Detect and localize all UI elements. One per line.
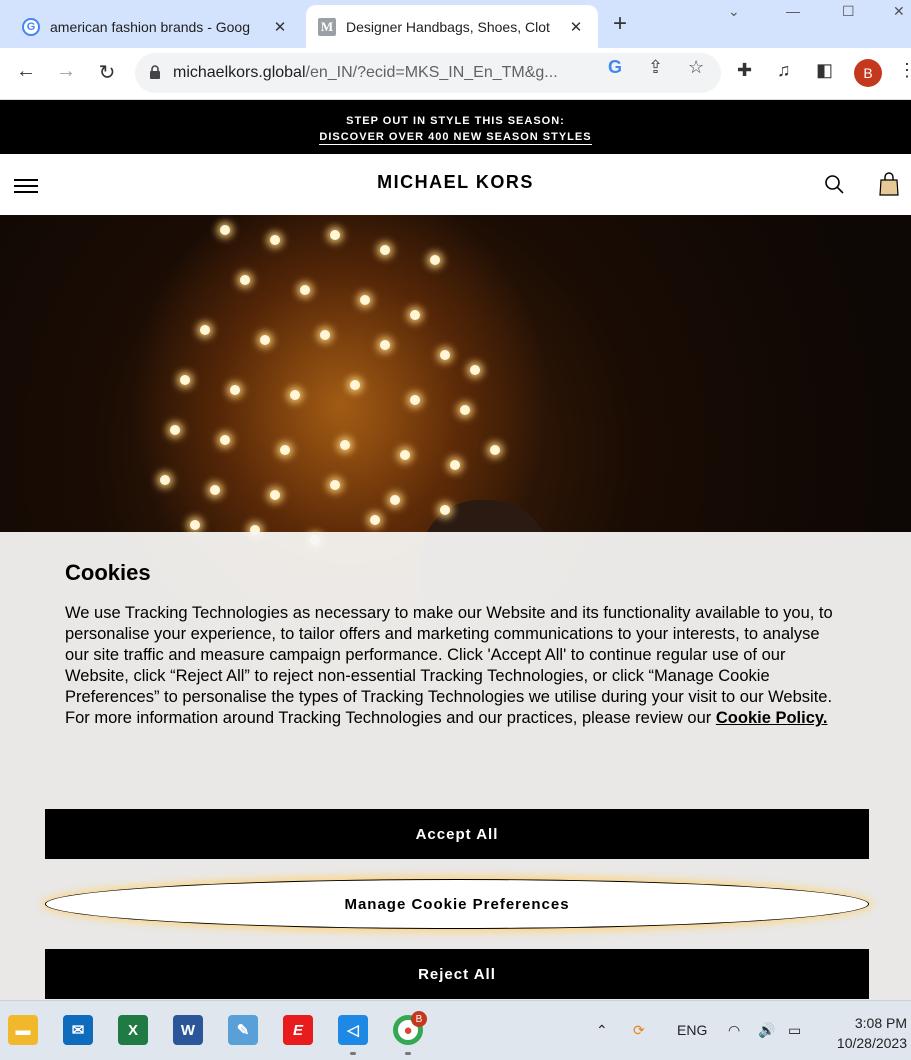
language-indicator[interactable]: ENG	[677, 1022, 707, 1038]
tree-light	[210, 485, 220, 495]
tree-light	[340, 440, 350, 450]
tree-light	[380, 340, 390, 350]
address-bar[interactable]: michaelkors.global/en_IN/?ecid=MKS_IN_En…	[135, 53, 721, 93]
battery-icon[interactable]: ▭	[788, 1022, 801, 1039]
shopping-bag-icon[interactable]	[879, 172, 899, 196]
promo-line: STEP OUT IN STYLE THIS SEASON:	[346, 115, 565, 127]
clock-time: 3:08 PM	[854, 1015, 907, 1031]
reject-all-button[interactable]: Reject All	[45, 949, 869, 999]
forward-arrow-icon[interactable]: →	[54, 60, 78, 83]
tree-light	[450, 460, 460, 470]
tree-light	[460, 405, 470, 415]
tree-light	[410, 310, 420, 320]
clock-date: 10/28/2023	[836, 1035, 907, 1051]
media-control-icon[interactable]: ♫	[777, 60, 791, 81]
extensions-puzzle-icon[interactable]: ✚	[737, 60, 752, 81]
promo-banner: STEP OUT IN STYLE THIS SEASON: DISCOVER …	[0, 100, 911, 154]
tree-light	[440, 350, 450, 360]
share-icon[interactable]: ⇪	[648, 57, 663, 78]
brand-logo[interactable]: MICHAEL KORS	[0, 172, 911, 193]
tree-light	[430, 255, 440, 265]
promo-link[interactable]: DISCOVER OVER 400 NEW SEASON STYLES	[319, 131, 592, 145]
tree-light	[410, 395, 420, 405]
sync-icon[interactable]: ⟳	[633, 1022, 645, 1039]
bookmark-star-icon[interactable]: ☆	[688, 57, 704, 78]
back-arrow-icon[interactable]: ←	[14, 60, 38, 83]
site-header: MICHAEL KORS	[0, 154, 911, 215]
tree-light	[360, 295, 370, 305]
lock-icon	[149, 64, 161, 82]
espn-icon[interactable]: E	[283, 1015, 313, 1045]
close-tab-icon[interactable]: ✕	[566, 18, 586, 36]
maximize-window-icon[interactable]: ☐	[842, 3, 855, 20]
tree-light	[170, 425, 180, 435]
michael-kors-favicon-icon: M	[318, 17, 336, 36]
tree-light	[470, 365, 480, 375]
tree-light	[160, 475, 170, 485]
vs-code-icon[interactable]: ◁	[338, 1015, 368, 1045]
tab-search-chevron-icon[interactable]: ⌄	[728, 3, 740, 20]
tree-light	[400, 450, 410, 460]
tree-light	[380, 245, 390, 255]
tree-light	[230, 385, 240, 395]
close-window-icon[interactable]: ✕	[893, 3, 905, 20]
profile-avatar[interactable]: B	[854, 59, 882, 87]
tree-light	[370, 515, 380, 525]
chrome-profile-badge: B	[411, 1011, 427, 1027]
volume-icon[interactable]: 🔊	[758, 1022, 775, 1039]
tree-light	[190, 520, 200, 530]
excel-icon[interactable]: X	[118, 1015, 148, 1045]
wifi-icon[interactable]: ◠	[728, 1022, 740, 1039]
tab-title: american fashion brands - Goog	[50, 18, 250, 35]
cookie-consent-panel: Cookies We use Tracking Technologies as …	[0, 532, 911, 1000]
tab-title: Designer Handbags, Shoes, Clot	[346, 18, 550, 35]
tree-light	[440, 505, 450, 515]
minimize-window-icon[interactable]: —	[786, 3, 800, 19]
browser-menu-icon[interactable]: ⋮	[898, 60, 911, 81]
running-indicator	[350, 1052, 356, 1055]
file-explorer-icon[interactable]: ▬	[8, 1015, 38, 1045]
tree-light	[270, 490, 280, 500]
tree-light	[200, 325, 210, 335]
close-tab-icon[interactable]: ✕	[270, 18, 290, 36]
tree-light	[270, 235, 280, 245]
tree-light	[280, 445, 290, 455]
system-clock[interactable]: 3:08 PM 10/28/2023	[822, 1013, 907, 1053]
cookie-policy-link[interactable]: Cookie Policy.	[716, 709, 828, 727]
accept-all-button[interactable]: Accept All	[45, 809, 869, 859]
reload-icon[interactable]: ↻	[95, 60, 119, 85]
running-indicator	[405, 1052, 411, 1055]
tree-light	[320, 330, 330, 340]
word-icon[interactable]: W	[173, 1015, 203, 1045]
manage-cookie-preferences-button[interactable]: Manage Cookie Preferences	[45, 879, 869, 929]
google-favicon-icon: G	[22, 17, 40, 36]
tree-light	[350, 380, 360, 390]
search-icon[interactable]	[824, 174, 844, 194]
cookie-description: We use Tracking Technologies as necessar…	[65, 604, 833, 727]
side-panel-icon[interactable]: ◧	[816, 60, 833, 81]
windows-taskbar: ▬ ✉ X W ✎ E ◁ ● B ⌃ ⟳ ENG ◠ 🔊 ▭ 3:08 PM …	[0, 1000, 911, 1060]
tree-light	[330, 480, 340, 490]
paint-icon[interactable]: ✎	[228, 1015, 258, 1045]
tree-light	[300, 285, 310, 295]
browser-tab-strip: G american fashion brands - Goog ✕ M Des…	[0, 0, 911, 48]
mail-icon[interactable]: ✉	[63, 1015, 93, 1045]
tree-light	[220, 435, 230, 445]
browser-toolbar: ← → ↻ michaelkors.global/en_IN/?ecid=MKS…	[0, 48, 911, 100]
tree-light	[260, 335, 270, 345]
new-tab-plus-icon[interactable]: +	[613, 12, 627, 36]
cookie-title: Cookies	[65, 560, 151, 585]
tree-light	[330, 230, 340, 240]
tree-light	[290, 390, 300, 400]
url-text: michaelkors.global/en_IN/?ecid=MKS_IN_En…	[173, 64, 558, 81]
google-lens-icon[interactable]: G	[608, 57, 622, 78]
tree-light	[220, 225, 230, 235]
tab-michael-kors[interactable]: M Designer Handbags, Shoes, Clot ✕	[306, 5, 598, 48]
tab-google-search[interactable]: G american fashion brands - Goog ✕	[10, 5, 302, 48]
tree-light	[180, 375, 190, 385]
tree-light	[490, 445, 500, 455]
show-hidden-icons-chevron-icon[interactable]: ⌃	[596, 1022, 608, 1039]
tree-light	[390, 495, 400, 505]
tree-light	[240, 275, 250, 285]
